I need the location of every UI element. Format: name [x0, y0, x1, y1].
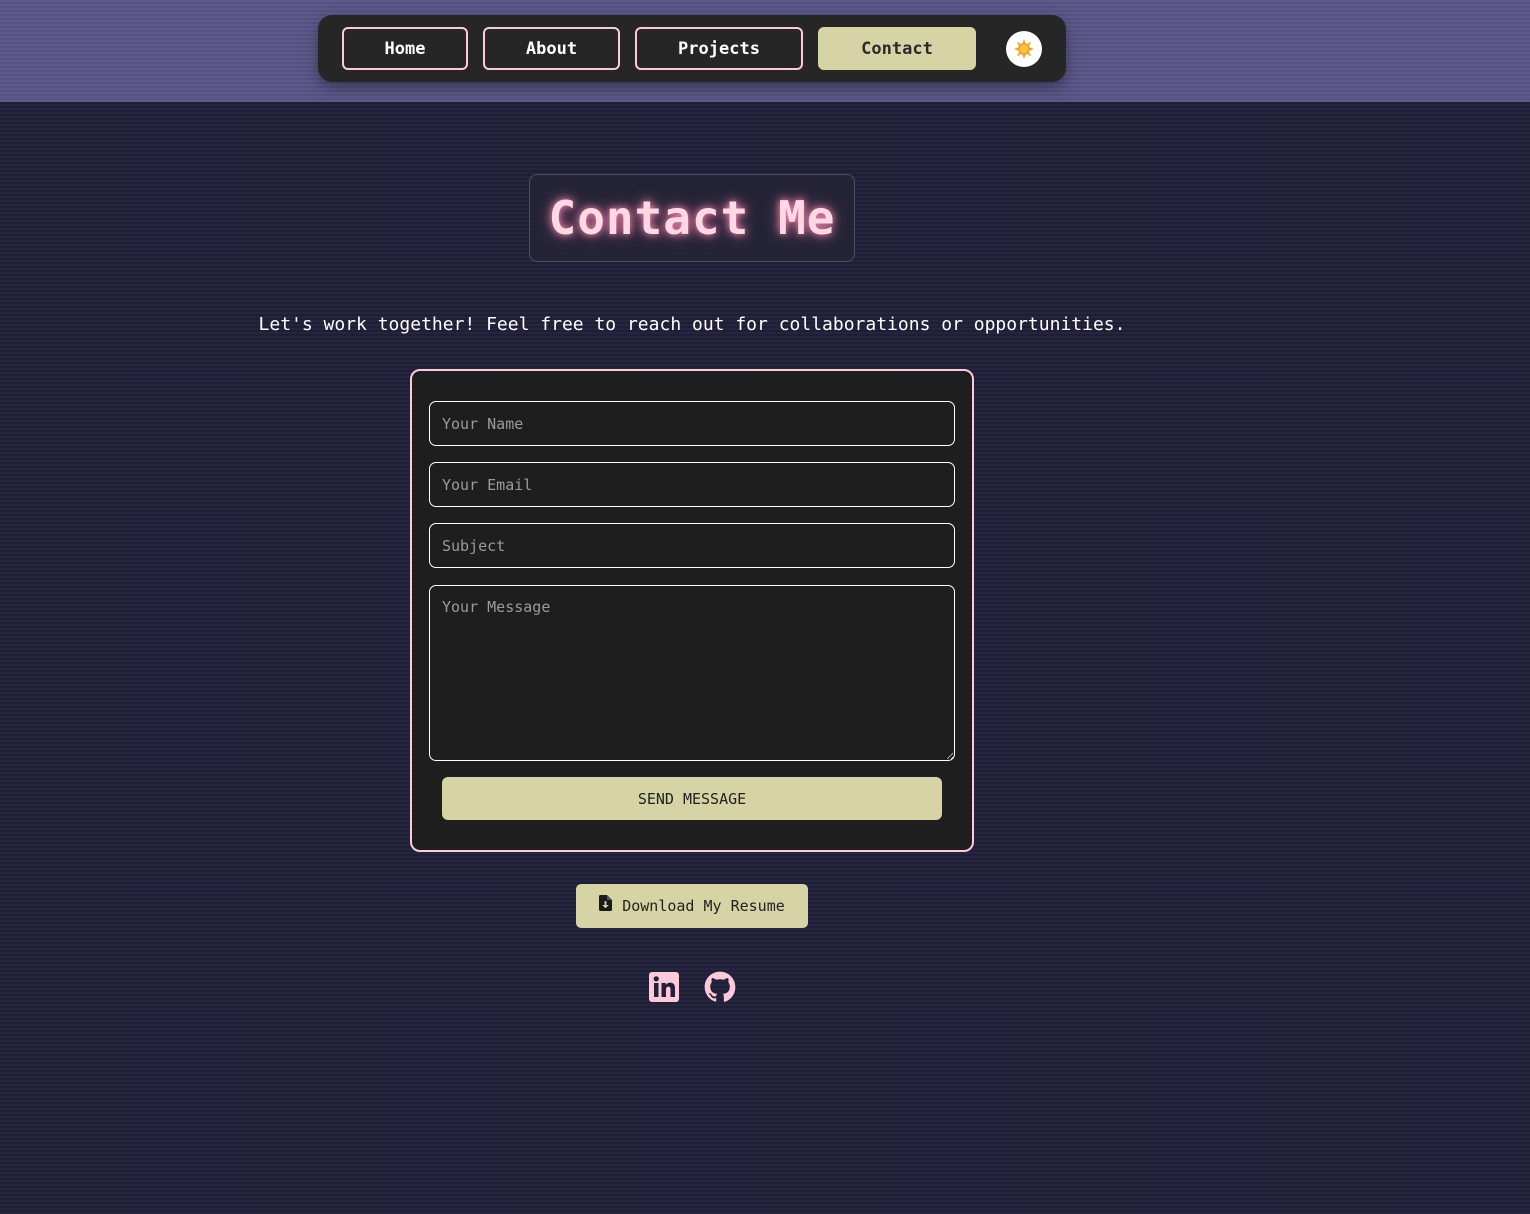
github-icon	[704, 971, 736, 1002]
theme-toggle-button[interactable]	[1006, 31, 1042, 67]
nav-home-button[interactable]: Home	[342, 27, 468, 70]
download-resume-label: Download My Resume	[622, 897, 785, 915]
main-nav: Home About Projects Contact	[318, 15, 1066, 82]
nav-about-button[interactable]: About	[483, 27, 620, 70]
page-title: Contact Me	[548, 191, 836, 245]
header-band: Home About Projects Contact	[0, 0, 1530, 102]
sun-icon	[1014, 39, 1034, 59]
nav-contact-button[interactable]: Contact	[818, 27, 976, 70]
page-title-box: Contact Me	[529, 174, 855, 262]
nav-projects-button[interactable]: Projects	[635, 27, 803, 70]
page-tagline: Let's work together! Feel free to reach …	[258, 314, 1126, 335]
name-input[interactable]	[429, 401, 955, 446]
subject-input[interactable]	[429, 523, 955, 568]
download-resume-button[interactable]: Download My Resume	[576, 884, 808, 928]
message-textarea[interactable]	[429, 585, 955, 761]
file-download-icon	[599, 895, 613, 911]
contact-form: SEND MESSAGE	[410, 369, 974, 852]
github-link[interactable]	[704, 970, 736, 1004]
send-message-button[interactable]: SEND MESSAGE	[442, 777, 942, 820]
linkedin-icon	[649, 972, 679, 1002]
email-input[interactable]	[429, 462, 955, 507]
linkedin-link[interactable]	[648, 970, 680, 1004]
